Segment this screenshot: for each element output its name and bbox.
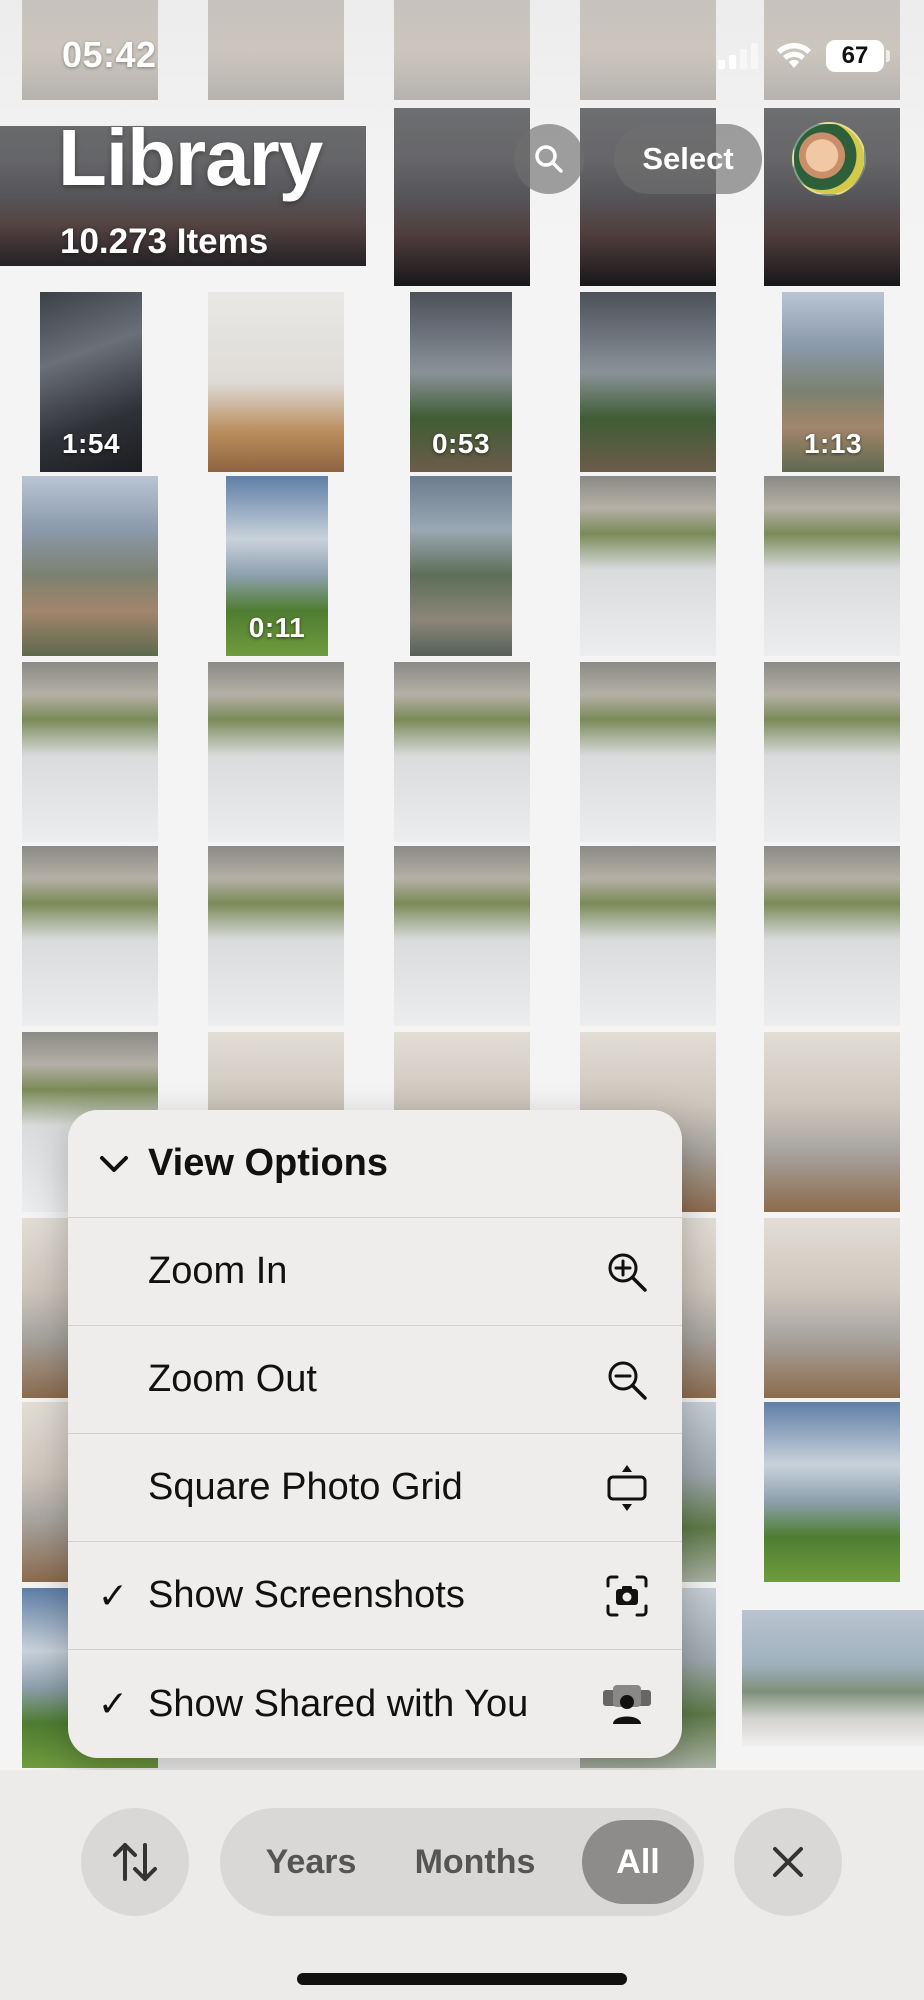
video-duration: 1:13 bbox=[803, 428, 863, 459]
photo-thumbnail[interactable] bbox=[742, 1610, 924, 1746]
photo-thumbnail[interactable] bbox=[22, 476, 158, 656]
cellular-signal-icon bbox=[718, 43, 758, 69]
menu-item-show-shared-with-you[interactable]: ✓ Show Shared with You bbox=[68, 1650, 682, 1758]
menu-item-zoom-in[interactable]: Zoom In bbox=[68, 1218, 682, 1326]
select-button[interactable]: Select bbox=[614, 124, 762, 194]
menu-item-zoom-out[interactable]: Zoom Out bbox=[68, 1326, 682, 1434]
menu-item-label: Show Screenshots bbox=[148, 1574, 465, 1616]
time-scope-segmented-control: Years Months All bbox=[220, 1808, 704, 1916]
photo-thumbnail[interactable] bbox=[208, 292, 344, 472]
avatar[interactable] bbox=[792, 122, 866, 196]
photo-thumbnail[interactable] bbox=[764, 1218, 900, 1398]
photo-thumbnail[interactable] bbox=[22, 662, 158, 842]
view-options-header[interactable]: View Options bbox=[68, 1110, 682, 1218]
photo-thumbnail[interactable] bbox=[208, 662, 344, 842]
status-indicators: 67 bbox=[718, 40, 890, 72]
photo-thumbnail[interactable] bbox=[580, 476, 716, 656]
photo-thumbnail[interactable] bbox=[208, 846, 344, 1026]
video-duration: 1:54 bbox=[61, 428, 121, 459]
photo-thumbnail[interactable] bbox=[580, 846, 716, 1026]
photo-thumbnail[interactable] bbox=[410, 476, 512, 656]
photo-thumbnail[interactable] bbox=[580, 292, 716, 472]
segment-all[interactable]: All bbox=[582, 1820, 694, 1904]
screenshot-icon bbox=[606, 1575, 648, 1616]
photo-thumbnail[interactable] bbox=[394, 846, 530, 1026]
chevron-down-icon bbox=[100, 1155, 128, 1172]
view-options-menu: View Options Zoom In Zoom Out Square Pho… bbox=[68, 1110, 682, 1758]
zoom-out-icon bbox=[608, 1361, 647, 1400]
menu-checkmark: ✓ bbox=[97, 1683, 129, 1724]
photo-thumbnail[interactable] bbox=[22, 846, 158, 1026]
video-thumbnail[interactable]: 0:11 bbox=[226, 476, 328, 656]
photo-thumbnail[interactable] bbox=[580, 662, 716, 842]
video-duration: 0:11 bbox=[248, 612, 306, 643]
video-thumbnail[interactable]: 0:53 bbox=[410, 292, 512, 472]
menu-item-label: Zoom In bbox=[148, 1250, 288, 1292]
wifi-icon bbox=[777, 42, 811, 68]
photo-thumbnail[interactable] bbox=[764, 846, 900, 1026]
search-icon bbox=[535, 145, 563, 173]
shared-with-you-icon bbox=[603, 1685, 651, 1724]
close-button[interactable] bbox=[734, 1808, 842, 1916]
menu-item-label: Show Shared with You bbox=[148, 1682, 529, 1725]
zoom-in-icon bbox=[608, 1253, 647, 1292]
menu-checkmark: ✓ bbox=[97, 1574, 129, 1616]
photo-thumbnail[interactable] bbox=[764, 1032, 900, 1212]
view-options-title: View Options bbox=[148, 1142, 389, 1184]
photo-thumbnail[interactable] bbox=[764, 662, 900, 842]
bottom-toolbar: Years Months All bbox=[0, 1770, 924, 2000]
video-duration: 0:53 bbox=[431, 428, 491, 459]
video-thumbnail[interactable]: 1:13 bbox=[782, 292, 884, 472]
item-count: 10.273 Items bbox=[60, 222, 269, 261]
close-icon bbox=[773, 1847, 803, 1877]
segment-months[interactable]: Months bbox=[392, 1820, 558, 1904]
photo-thumbnail[interactable] bbox=[764, 1402, 900, 1582]
menu-item-label: Zoom Out bbox=[148, 1358, 317, 1400]
photo-thumbnail[interactable] bbox=[394, 662, 530, 842]
sort-button[interactable] bbox=[81, 1808, 189, 1916]
search-button[interactable] bbox=[514, 124, 584, 194]
menu-item-square-photo-grid[interactable]: Square Photo Grid bbox=[68, 1434, 682, 1542]
sort-arrows-icon bbox=[113, 1843, 157, 1881]
battery-indicator: 67 bbox=[826, 40, 890, 72]
segment-years[interactable]: Years bbox=[240, 1820, 382, 1904]
menu-item-label: Square Photo Grid bbox=[148, 1466, 463, 1508]
menu-item-show-screenshots[interactable]: ✓ Show Screenshots bbox=[68, 1542, 682, 1650]
status-time: 05:42 bbox=[62, 34, 157, 75]
home-indicator[interactable] bbox=[297, 1973, 627, 1985]
photo-thumbnail[interactable] bbox=[764, 476, 900, 656]
video-thumbnail[interactable]: 1:54 bbox=[40, 292, 142, 472]
page-title: Library bbox=[58, 113, 323, 202]
aspect-ratio-icon bbox=[607, 1464, 647, 1511]
